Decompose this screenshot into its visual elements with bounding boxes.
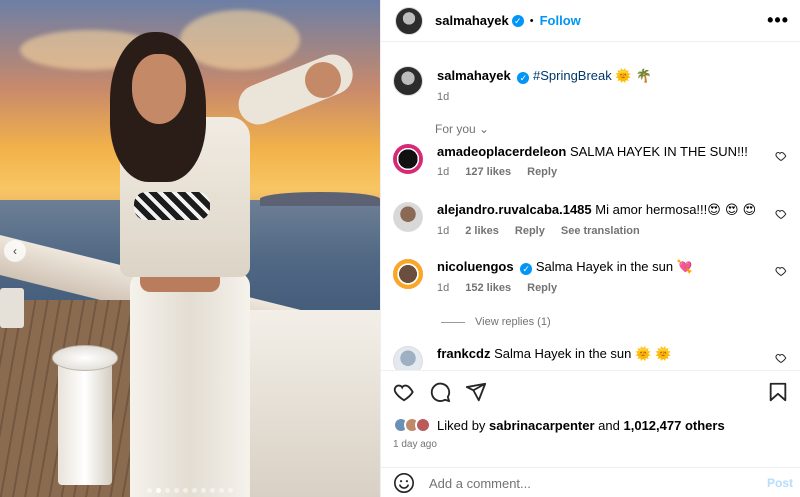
liker-avatars	[393, 417, 431, 433]
carousel-dot	[147, 488, 152, 493]
avatar[interactable]	[393, 144, 423, 174]
avatar[interactable]	[395, 6, 423, 35]
separator: •	[529, 14, 534, 27]
reply-button[interactable]: Reply	[527, 282, 557, 294]
avatar[interactable]	[393, 202, 423, 232]
comment-time[interactable]: 1d	[437, 282, 449, 294]
liked-by-and: and	[598, 417, 620, 433]
comment-username[interactable]: amadeoplacerdeleon	[437, 144, 566, 159]
carousel-dot	[228, 488, 233, 493]
liked-by-prefix: Liked by	[437, 417, 486, 433]
sort-label: For you	[435, 122, 476, 136]
caption-time[interactable]: 1d	[437, 91, 449, 103]
see-translation-button[interactable]: See translation	[561, 225, 640, 237]
post-modal: ‹ salmahayek ✓ • Follow ••• salmahayek ✓…	[0, 0, 800, 497]
carousel-dot	[210, 488, 215, 493]
comment-likes[interactable]: 127 likes	[465, 166, 511, 178]
comment-emoji: 💘	[676, 260, 693, 275]
verified-icon: ✓	[520, 263, 533, 275]
post-time[interactable]: 1 day ago	[393, 439, 437, 450]
comment-time[interactable]: 1d	[437, 166, 449, 178]
like-heart-icon[interactable]	[393, 381, 415, 403]
emoji-icon[interactable]	[393, 472, 415, 494]
comment-emoji: 😍 😍 😍	[707, 203, 757, 218]
comment-likes[interactable]: 2 likes	[465, 225, 499, 237]
carousel-dot	[192, 488, 197, 493]
heart-icon[interactable]	[775, 208, 787, 220]
view-replies-label: View replies (1)	[475, 316, 551, 328]
heart-icon[interactable]	[775, 150, 787, 162]
comment-username[interactable]: nicoluengos	[437, 259, 514, 274]
photo-subject	[100, 32, 360, 497]
share-icon[interactable]	[465, 381, 487, 403]
likes-summary: Liked by sabrinacarpenter and 1,012,477 …	[393, 417, 725, 433]
comment-likes[interactable]: 152 likes	[465, 282, 511, 294]
add-comment-bar: Post	[381, 467, 800, 497]
carousel-indicator	[0, 488, 380, 493]
post-header: salmahayek ✓ • Follow •••	[381, 0, 800, 42]
carousel-dot	[174, 488, 179, 493]
avatar[interactable]	[393, 259, 423, 289]
comment-text: Salma Hayek in the sun	[494, 346, 632, 361]
carousel-dot	[219, 488, 224, 493]
comments-sort-dropdown[interactable]: For you ⌄	[435, 122, 489, 136]
follow-button[interactable]: Follow	[540, 13, 581, 28]
caption-hashtag[interactable]: #SpringBreak	[533, 68, 612, 83]
heart-icon[interactable]	[775, 352, 787, 364]
verified-icon: ✓	[511, 14, 524, 27]
bookmark-icon[interactable]	[767, 381, 789, 403]
heart-icon[interactable]	[775, 265, 787, 277]
comment-text: SALMA HAYEK IN THE SUN!!!	[569, 144, 748, 159]
carousel-dot	[183, 488, 188, 493]
post-actions: Liked by sabrinacarpenter and 1,012,477 …	[381, 370, 800, 497]
avatar[interactable]	[393, 346, 423, 370]
comment-text: Mi amor hermosa!!!	[595, 202, 708, 217]
post-media[interactable]: ‹	[0, 0, 380, 497]
divider	[441, 321, 465, 323]
reply-button[interactable]: Reply	[515, 225, 545, 237]
post-sidebar: salmahayek ✓ • Follow ••• salmahayek ✓ #…	[380, 0, 800, 497]
chevron-down-icon: ⌄	[479, 122, 490, 136]
caption-emoji: 🌞 🌴	[615, 69, 652, 84]
likes-count[interactable]: 1,012,477 others	[624, 418, 725, 433]
comment-emoji: 🌞 🌞	[635, 347, 672, 362]
comment-icon[interactable]	[429, 381, 451, 403]
comment-input[interactable]	[429, 475, 749, 491]
comment-username[interactable]: frankcdz	[437, 346, 490, 361]
carousel-dot	[165, 488, 170, 493]
more-options-icon[interactable]: •••	[767, 10, 789, 31]
liked-by-user[interactable]: sabrinacarpenter	[489, 418, 595, 433]
author-username[interactable]: salmahayek	[435, 13, 509, 28]
comment-text: Salma Hayek in the sun	[535, 259, 674, 274]
carousel-dot	[201, 488, 206, 493]
comment-username[interactable]: alejandro.ruvalcaba.1485	[437, 202, 592, 217]
avatar[interactable]	[393, 66, 423, 96]
deck-bin	[0, 288, 24, 328]
chevron-left-icon[interactable]: ‹	[4, 240, 26, 262]
comment-time[interactable]: 1d	[437, 225, 449, 237]
comments-section[interactable]: salmahayek ✓ #SpringBreak 🌞 🌴 1d For you…	[381, 54, 800, 370]
carousel-dot	[156, 488, 161, 493]
view-replies-button[interactable]: View replies (1)	[441, 316, 551, 328]
reply-button[interactable]: Reply	[527, 166, 557, 178]
caption-username[interactable]: salmahayek	[437, 68, 511, 83]
verified-icon: ✓	[517, 72, 530, 84]
post-button[interactable]: Post	[767, 476, 793, 490]
